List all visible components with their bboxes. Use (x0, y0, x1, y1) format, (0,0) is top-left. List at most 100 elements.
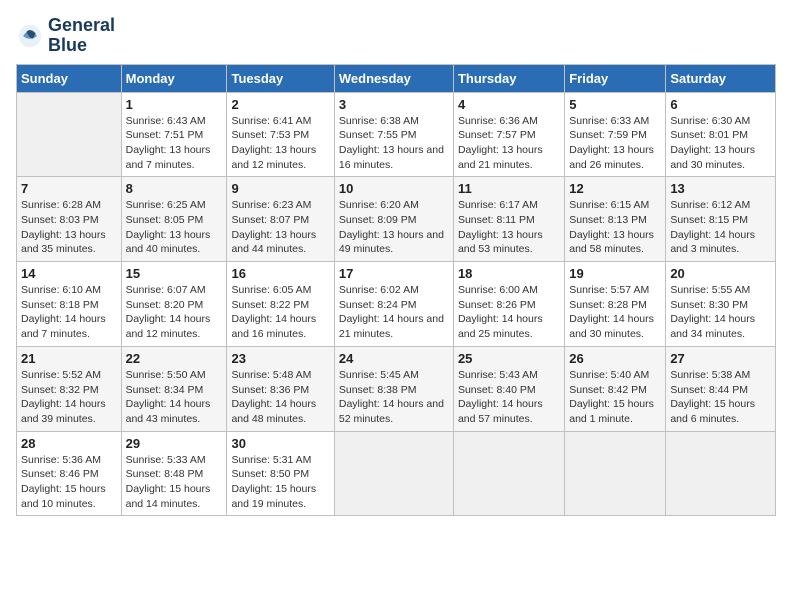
logo-icon (16, 22, 44, 50)
day-info: Sunrise: 6:15 AMSunset: 8:13 PMDaylight:… (569, 198, 661, 257)
column-header-friday: Friday (565, 64, 666, 92)
column-header-saturday: Saturday (666, 64, 776, 92)
calendar-cell: 17 Sunrise: 6:02 AMSunset: 8:24 PMDayligh… (334, 262, 453, 347)
day-number: 23 (231, 351, 329, 366)
day-number: 24 (339, 351, 449, 366)
week-row-1: 1 Sunrise: 6:43 AMSunset: 7:51 PMDaylight… (17, 92, 776, 177)
calendar-body: 1 Sunrise: 6:43 AMSunset: 7:51 PMDaylight… (17, 92, 776, 516)
day-number: 10 (339, 181, 449, 196)
logo: General Blue (16, 16, 115, 56)
logo-text: General Blue (48, 16, 115, 56)
day-info: Sunrise: 6:20 AMSunset: 8:09 PMDaylight:… (339, 198, 449, 257)
calendar-cell: 15 Sunrise: 6:07 AMSunset: 8:20 PMDayligh… (121, 262, 227, 347)
day-number: 16 (231, 266, 329, 281)
day-number: 12 (569, 181, 661, 196)
day-number: 3 (339, 97, 449, 112)
day-info: Sunrise: 5:57 AMSunset: 8:28 PMDaylight:… (569, 283, 661, 342)
day-number: 30 (231, 436, 329, 451)
day-number: 8 (126, 181, 223, 196)
calendar-cell: 26 Sunrise: 5:40 AMSunset: 8:42 PMDayligh… (565, 346, 666, 431)
day-info: Sunrise: 6:02 AMSunset: 8:24 PMDaylight:… (339, 283, 449, 342)
day-info: Sunrise: 5:38 AMSunset: 8:44 PMDaylight:… (670, 368, 771, 427)
day-number: 1 (126, 97, 223, 112)
day-info: Sunrise: 5:40 AMSunset: 8:42 PMDaylight:… (569, 368, 661, 427)
day-number: 2 (231, 97, 329, 112)
day-number: 22 (126, 351, 223, 366)
day-info: Sunrise: 6:30 AMSunset: 8:01 PMDaylight:… (670, 114, 771, 173)
day-info: Sunrise: 6:23 AMSunset: 8:07 PMDaylight:… (231, 198, 329, 257)
day-number: 26 (569, 351, 661, 366)
calendar-cell: 8 Sunrise: 6:25 AMSunset: 8:05 PMDaylight… (121, 177, 227, 262)
day-info: Sunrise: 5:33 AMSunset: 8:48 PMDaylight:… (126, 453, 223, 512)
calendar-cell: 21 Sunrise: 5:52 AMSunset: 8:32 PMDayligh… (17, 346, 122, 431)
day-number: 13 (670, 181, 771, 196)
calendar-cell: 18 Sunrise: 6:00 AMSunset: 8:26 PMDayligh… (453, 262, 564, 347)
day-info: Sunrise: 6:38 AMSunset: 7:55 PMDaylight:… (339, 114, 449, 173)
calendar-cell: 20 Sunrise: 5:55 AMSunset: 8:30 PMDayligh… (666, 262, 776, 347)
calendar-cell: 11Sunrise: 6:17 AMSunset: 8:11 PMDayligh… (453, 177, 564, 262)
day-info: Sunrise: 5:48 AMSunset: 8:36 PMDaylight:… (231, 368, 329, 427)
calendar-cell: 22 Sunrise: 5:50 AMSunset: 8:34 PMDayligh… (121, 346, 227, 431)
day-number: 29 (126, 436, 223, 451)
day-info: Sunrise: 5:43 AMSunset: 8:40 PMDaylight:… (458, 368, 560, 427)
calendar-cell: 29 Sunrise: 5:33 AMSunset: 8:48 PMDayligh… (121, 431, 227, 516)
calendar-cell (17, 92, 122, 177)
column-header-tuesday: Tuesday (227, 64, 334, 92)
day-info: Sunrise: 6:05 AMSunset: 8:22 PMDaylight:… (231, 283, 329, 342)
column-header-monday: Monday (121, 64, 227, 92)
day-info: Sunrise: 5:36 AMSunset: 8:46 PMDaylight:… (21, 453, 117, 512)
week-row-2: 7Sunrise: 6:28 AMSunset: 8:03 PMDaylight… (17, 177, 776, 262)
day-info: Sunrise: 5:31 AMSunset: 8:50 PMDaylight:… (231, 453, 329, 512)
day-number: 5 (569, 97, 661, 112)
column-header-sunday: Sunday (17, 64, 122, 92)
day-number: 9 (231, 181, 329, 196)
calendar-cell: 7Sunrise: 6:28 AMSunset: 8:03 PMDaylight… (17, 177, 122, 262)
day-number: 21 (21, 351, 117, 366)
calendar-cell (453, 431, 564, 516)
day-info: Sunrise: 6:41 AMSunset: 7:53 PMDaylight:… (231, 114, 329, 173)
calendar-cell: 25 Sunrise: 5:43 AMSunset: 8:40 PMDayligh… (453, 346, 564, 431)
calendar-cell (334, 431, 453, 516)
day-info: Sunrise: 5:52 AMSunset: 8:32 PMDaylight:… (21, 368, 117, 427)
day-number: 14 (21, 266, 117, 281)
day-info: Sunrise: 5:50 AMSunset: 8:34 PMDaylight:… (126, 368, 223, 427)
day-info: Sunrise: 5:55 AMSunset: 8:30 PMDaylight:… (670, 283, 771, 342)
week-row-4: 21 Sunrise: 5:52 AMSunset: 8:32 PMDayligh… (17, 346, 776, 431)
day-number: 20 (670, 266, 771, 281)
day-info: Sunrise: 6:00 AMSunset: 8:26 PMDaylight:… (458, 283, 560, 342)
calendar-header-row: SundayMondayTuesdayWednesdayThursdayFrid… (17, 64, 776, 92)
calendar-cell: 6 Sunrise: 6:30 AMSunset: 8:01 PMDaylight… (666, 92, 776, 177)
day-info: Sunrise: 6:07 AMSunset: 8:20 PMDaylight:… (126, 283, 223, 342)
week-row-5: 28 Sunrise: 5:36 AMSunset: 8:46 PMDayligh… (17, 431, 776, 516)
day-number: 28 (21, 436, 117, 451)
day-number: 17 (339, 266, 449, 281)
calendar-cell: 3 Sunrise: 6:38 AMSunset: 7:55 PMDaylight… (334, 92, 453, 177)
calendar-cell: 10 Sunrise: 6:20 AMSunset: 8:09 PMDayligh… (334, 177, 453, 262)
day-number: 25 (458, 351, 560, 366)
day-info: Sunrise: 6:12 AMSunset: 8:15 PMDaylight:… (670, 198, 771, 257)
calendar-cell: 5 Sunrise: 6:33 AMSunset: 7:59 PMDaylight… (565, 92, 666, 177)
day-info: Sunrise: 6:10 AMSunset: 8:18 PMDaylight:… (21, 283, 117, 342)
day-info: Sunrise: 6:28 AMSunset: 8:03 PMDaylight:… (21, 198, 117, 257)
calendar-cell: 2 Sunrise: 6:41 AMSunset: 7:53 PMDaylight… (227, 92, 334, 177)
day-number: 18 (458, 266, 560, 281)
calendar-cell: 30 Sunrise: 5:31 AMSunset: 8:50 PMDayligh… (227, 431, 334, 516)
calendar-cell: 4Sunrise: 6:36 AMSunset: 7:57 PMDaylight… (453, 92, 564, 177)
day-info: Sunrise: 6:43 AMSunset: 7:51 PMDaylight:… (126, 114, 223, 173)
day-number: 15 (126, 266, 223, 281)
calendar-cell: 14 Sunrise: 6:10 AMSunset: 8:18 PMDayligh… (17, 262, 122, 347)
day-number: 27 (670, 351, 771, 366)
day-info: Sunrise: 6:17 AMSunset: 8:11 PMDaylight:… (458, 198, 560, 257)
day-number: 6 (670, 97, 771, 112)
calendar-cell: 28 Sunrise: 5:36 AMSunset: 8:46 PMDayligh… (17, 431, 122, 516)
calendar-cell: 23 Sunrise: 5:48 AMSunset: 8:36 PMDayligh… (227, 346, 334, 431)
calendar-cell: 19Sunrise: 5:57 AMSunset: 8:28 PMDayligh… (565, 262, 666, 347)
column-header-thursday: Thursday (453, 64, 564, 92)
day-number: 4 (458, 97, 560, 112)
day-info: Sunrise: 6:25 AMSunset: 8:05 PMDaylight:… (126, 198, 223, 257)
calendar-cell: 1 Sunrise: 6:43 AMSunset: 7:51 PMDaylight… (121, 92, 227, 177)
page-header: General Blue (16, 16, 776, 56)
day-info: Sunrise: 6:33 AMSunset: 7:59 PMDaylight:… (569, 114, 661, 173)
calendar-cell: 24Sunrise: 5:45 AMSunset: 8:38 PMDayligh… (334, 346, 453, 431)
calendar-cell (565, 431, 666, 516)
